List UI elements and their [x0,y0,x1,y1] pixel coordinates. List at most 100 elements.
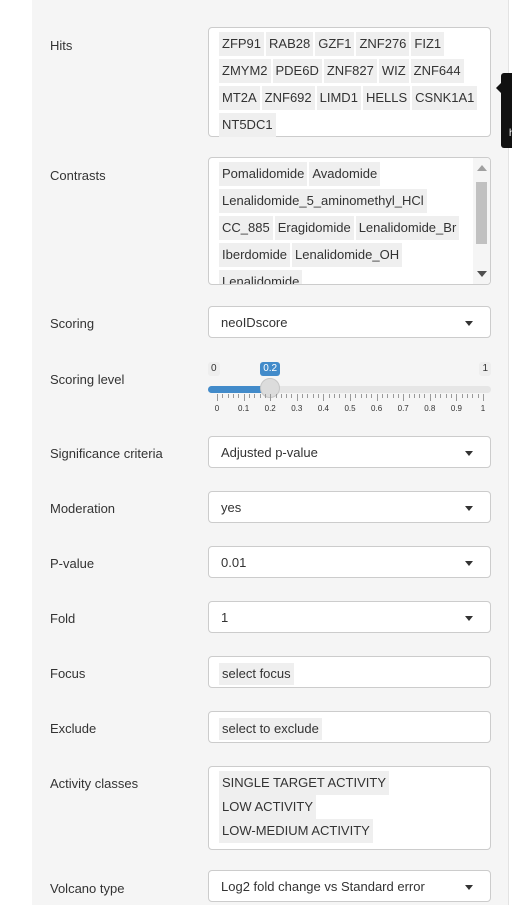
slider-tick [472,394,474,398]
slider-tick-label: 1 [480,404,486,413]
exclude-input[interactable]: select to exclude [208,711,491,743]
moderation-value: yes [221,500,242,515]
selected-item[interactable]: Lenalidomide_OH [292,243,403,267]
slider-tick-label: 0.6 [371,404,383,413]
slider-tick [264,394,266,398]
selected-item[interactable]: RAB28 [266,32,314,56]
slider-tick-label: 0.5 [344,404,356,413]
slider-tick [302,394,304,398]
selected-item[interactable]: Lenalidomide [219,270,303,284]
selected-item[interactable]: LOW ACTIVITY [219,795,317,819]
slider-tick [339,394,341,398]
selected-item[interactable]: Lenalidomide_Br [355,216,460,240]
chevron-down-icon [465,506,473,511]
slider-tick [365,394,367,398]
contrasts-scrollbar[interactable] [473,158,490,284]
slider-tick [286,394,288,398]
significance-value: Adjusted p-value [221,445,318,460]
slider-tick [270,394,272,401]
scoring-value: neoIDscore [221,315,288,330]
activity-label: Activity classes [50,776,139,791]
selected-item[interactable]: Avadomide [309,162,381,186]
slider-tick [275,394,277,398]
selected-item[interactable]: ZNF692 [261,86,315,110]
slider-tick [217,394,218,401]
scoring-level-slider[interactable]: 0 0.2 1 0 0.1 0.2 0.3 0.4 0.5 0.6 0.7 0.8 0.9 1 [208,362,495,422]
slider-tick [323,394,325,401]
selected-item[interactable]: ZNF276 [356,32,410,56]
selected-item[interactable]: NT5DC1 [219,113,276,137]
chevron-down-icon [465,885,473,890]
selected-item[interactable]: CC_885 [219,216,273,240]
selected-item[interactable]: ZNF827 [323,59,377,83]
scroll-up-icon[interactable] [477,165,487,171]
slider-tick [344,394,346,398]
selected-item[interactable]: MT2A [219,86,260,110]
exclude-placeholder: select to exclude [219,718,322,740]
selected-item[interactable]: FIZ1 [411,32,445,56]
scoring-label: Scoring [50,316,95,331]
pvalue-select[interactable]: 0.01 [208,546,491,578]
selected-item[interactable]: LOW-MEDIUM ACTIVITY [219,819,373,843]
slider-tick [371,394,373,398]
significance-select[interactable]: Adjusted p-value [208,436,491,468]
slider-tick-label: 0.1 [238,404,250,413]
slider-tick [318,394,320,398]
slider-tick [312,394,314,398]
focus-input[interactable]: select focus [208,656,491,688]
slider-tick [360,394,362,398]
slider-tick [376,394,378,401]
slider-tick-label: 0.3 [291,404,303,413]
selected-item[interactable]: Pomalidomide [219,162,308,186]
slider-tick-label: 0.4 [317,404,329,413]
slider-tick [483,394,484,401]
slider-tick [222,394,224,398]
volcano-label: Volcano type [50,881,125,896]
slider-tick [291,394,293,398]
slider-tick [419,394,421,398]
slider-tick [435,394,437,398]
selected-item[interactable]: Iberdomide [219,243,291,267]
fold-select[interactable]: 1 [208,601,491,633]
selected-item[interactable]: GZF1 [315,32,355,56]
fold-label: Fold [50,611,76,626]
tooltip: h [496,73,512,148]
selected-item[interactable]: ZNF644 [410,59,464,83]
contrasts-label: Contrasts [50,168,106,183]
slider-tick-label: 0.7 [397,404,409,413]
volcano-value: Log2 fold change vs Standard error [221,879,425,894]
selected-item[interactable]: LIMD1 [316,86,361,110]
slider-tick [424,394,426,398]
selected-item[interactable]: WIZ [378,59,409,83]
slider-tick [451,394,453,398]
selected-item[interactable]: CSNK1A1 [412,86,478,110]
selected-item[interactable]: PDE6D [272,59,322,83]
selected-item[interactable]: SINGLE TARGET ACTIVITY [219,771,389,795]
slider-tick [232,394,234,398]
selected-item[interactable]: ZMYM2 [219,59,271,83]
slider-tick [355,394,357,398]
volcano-select[interactable]: Log2 fold change vs Standard error [208,870,491,902]
selected-item[interactable]: Eragidomide [274,216,354,240]
selected-item[interactable]: ZFP91 [219,32,265,56]
slider-tick [440,394,442,398]
slider-tick [429,394,431,401]
hits-selectize[interactable]: ZFP91 RAB28 GZF1 ZNF276 FIZ1 ZMYM2 PDE6D ZNF827… [208,27,491,137]
scroll-down-icon[interactable] [477,271,487,277]
selected-item[interactable]: HELLS [362,86,411,110]
pvalue-value: 0.01 [221,555,247,570]
slider-tick-label: 0.2 [264,404,276,413]
scroll-thumb[interactable] [476,182,487,244]
selected-item[interactable]: Lenalidomide_5_aminomethyl_HCl [219,189,427,213]
slider-tick [392,394,394,398]
activity-selectize[interactable]: SINGLE TARGET ACTIVITY LOW ACTIVITY LOW-ME… [208,766,491,850]
contrasts-selectize[interactable]: Pomalidomide Avadomide Lenalidomide_5_amin… [208,157,491,285]
slider-tick [477,394,479,398]
slider-tick [238,394,240,398]
slider-tick [408,394,410,398]
slider-track[interactable] [208,386,491,393]
slider-min: 0 [208,362,220,376]
moderation-select[interactable]: yes [208,491,491,523]
slider-tick-label: 0 [214,404,220,413]
scoring-select[interactable]: neoIDscore [208,306,491,338]
